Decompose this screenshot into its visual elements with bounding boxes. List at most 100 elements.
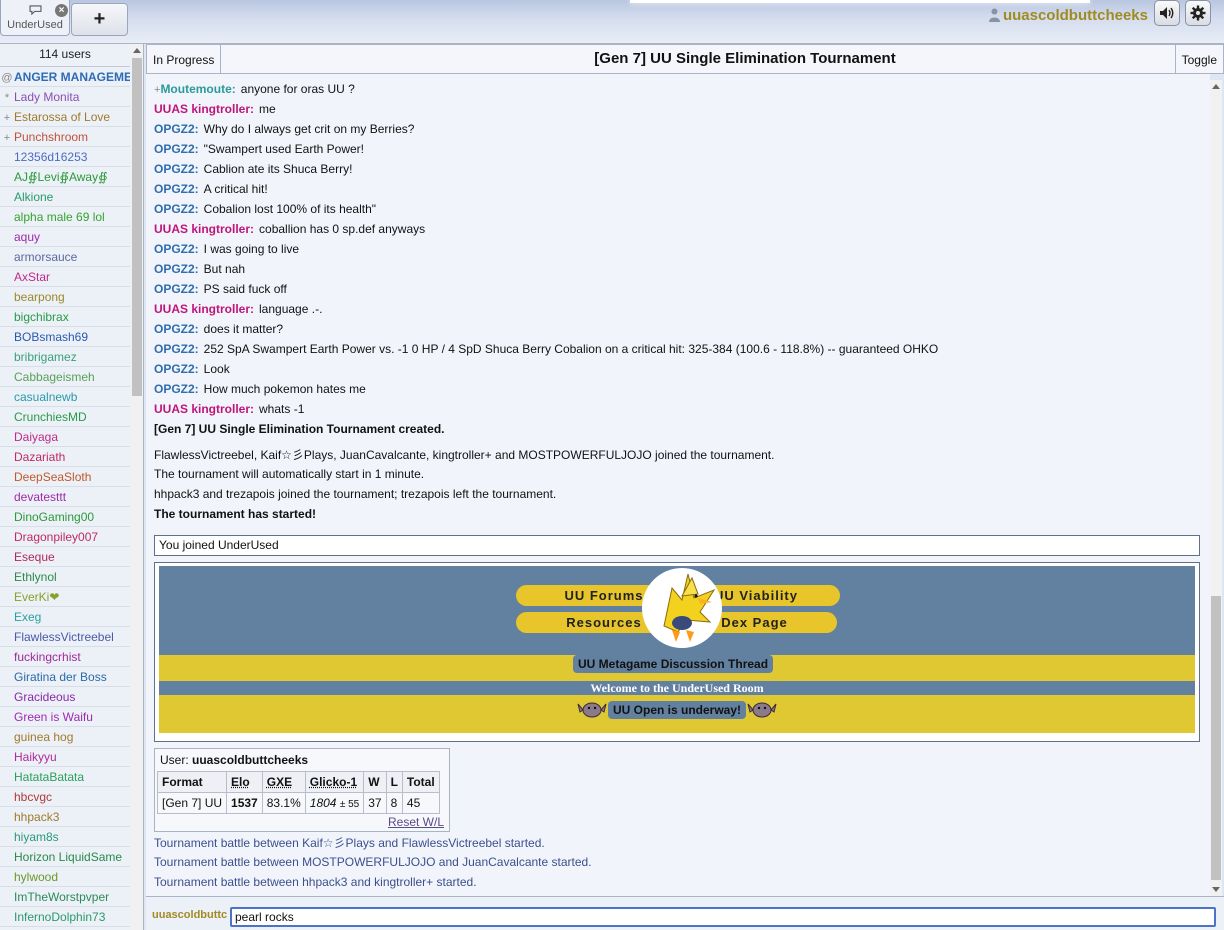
user-list-item[interactable]: devatesttt xyxy=(0,487,130,507)
battle-notice-1[interactable]: Tournament battle between Kaif☆彡Plays an… xyxy=(154,834,545,851)
col-glicko: Glicko-1 xyxy=(304,771,365,793)
message-author[interactable]: UUAS kingtroller: xyxy=(154,302,254,316)
user-list-item[interactable]: Exeg xyxy=(0,607,130,627)
add-tab-button[interactable]: + xyxy=(71,3,128,36)
user-name: Punchshroom xyxy=(14,130,89,144)
user-list-item[interactable]: 12356d16253 xyxy=(0,147,130,167)
user-list-item[interactable]: @ANGER MANAGEME xyxy=(0,67,130,87)
close-tab-icon[interactable]: × xyxy=(55,4,68,17)
user-list-item[interactable]: + Estarossa of Love xyxy=(0,107,130,127)
message-author[interactable]: Moutemoute: xyxy=(160,82,235,96)
chat-message: UUAS kingtroller: language .-. xyxy=(154,302,1204,322)
chat-scrollbar[interactable] xyxy=(1210,80,1222,896)
user-list-item[interactable]: HatataBatata xyxy=(0,767,130,787)
user-list-item[interactable]: Haikyyu xyxy=(0,747,130,767)
scroll-up-arrow-icon[interactable] xyxy=(1212,84,1220,89)
user-list-item[interactable]: Alkione xyxy=(0,187,130,207)
user-list-item[interactable]: ImTheWorstpvper xyxy=(0,887,130,907)
user-list-item[interactable]: armorsauce xyxy=(0,247,130,267)
user-count[interactable]: 114 users xyxy=(0,44,130,67)
uu-open-link[interactable]: UU Open is underway! xyxy=(608,701,747,719)
message-author[interactable]: OPGZ2: xyxy=(154,162,199,176)
message-author[interactable]: OPGZ2: xyxy=(154,382,199,396)
cell-glicko: 1804 ± 55 xyxy=(304,792,365,814)
user-list-item[interactable]: bribrigamez xyxy=(0,347,130,367)
user-list-item[interactable]: + Punchshroom xyxy=(0,127,130,147)
user-list-item[interactable]: AJ∯Levi∯Away∯ xyxy=(0,167,130,187)
message-author[interactable]: OPGZ2: xyxy=(154,182,199,196)
reset-wl-button[interactable]: Reset W/L xyxy=(388,815,444,829)
message-text: A critical hit! xyxy=(203,182,268,196)
user-rank-symbol: * xyxy=(4,92,10,104)
user-list-item[interactable]: guinea hog xyxy=(0,727,130,747)
user-list-item[interactable]: * Lady Monita xyxy=(0,87,130,107)
user-list-item[interactable]: Dragonpiley007 xyxy=(0,527,130,547)
user-list-item[interactable]: EverKi❤ xyxy=(0,587,130,607)
settings-button[interactable] xyxy=(1185,0,1211,26)
message-author[interactable]: OPGZ2: xyxy=(154,262,199,276)
in-progress-button[interactable]: In Progress xyxy=(147,45,222,73)
input-username[interactable]: uuascoldbuttc xyxy=(152,909,228,921)
user-list-item[interactable]: Ethlynol xyxy=(0,567,130,587)
message-author[interactable]: UUAS kingtroller: xyxy=(154,222,254,236)
scroll-up-arrow-icon[interactable] xyxy=(133,48,141,53)
user-list-item[interactable]: Daiyaga xyxy=(0,427,130,447)
user-list-item[interactable]: Dazariath xyxy=(0,447,130,467)
user-name: Estarossa of Love xyxy=(14,110,111,124)
battle-notice-2[interactable]: Tournament battle between MOSTPOWERFULJO… xyxy=(154,855,592,869)
user-list-item[interactable]: alpha male 69 lol xyxy=(0,207,130,227)
user-list-scrollbar[interactable] xyxy=(131,44,143,930)
user-list-item[interactable]: InfernoDolphin73 xyxy=(0,907,130,927)
user-list-item[interactable]: Eseque xyxy=(0,547,130,567)
user-list-item[interactable]: Cabbageismeh xyxy=(0,367,130,387)
user-list-item[interactable]: Giratina der Boss xyxy=(0,667,130,687)
message-author[interactable]: OPGZ2: xyxy=(154,122,199,136)
user-list-item[interactable]: aquy xyxy=(0,227,130,247)
user-list-item[interactable]: fuckingcrhist xyxy=(0,647,130,667)
user-list-item[interactable]: hiyam8s xyxy=(0,827,130,847)
tab-underused[interactable]: × UnderUsed xyxy=(0,0,70,36)
user-list-item[interactable]: Green is Waifu xyxy=(0,707,130,727)
scroll-thumb[interactable] xyxy=(132,58,142,396)
user-list-item[interactable]: DeepSeaSloth xyxy=(0,467,130,487)
user-list-item[interactable]: CrunchiesMD xyxy=(0,407,130,427)
discussion-thread-link[interactable]: UU Metagame Discussion Thread xyxy=(573,655,774,673)
message-author[interactable]: UUAS kingtroller: xyxy=(154,102,254,116)
chat-scroll-thumb[interactable] xyxy=(1211,596,1221,880)
chat-input[interactable] xyxy=(230,907,1216,927)
message-author[interactable]: OPGZ2: xyxy=(154,142,199,156)
user-list-item[interactable]: hylwood xyxy=(0,867,130,887)
user-list-item[interactable]: AxStar xyxy=(0,267,130,287)
chat-message: OPGZ2: Cobalion lost 100% of its health" xyxy=(154,202,1204,222)
user-area[interactable]: uuascoldbuttcheeks xyxy=(988,5,1148,25)
message-author[interactable]: OPGZ2: xyxy=(154,242,199,256)
user-list-item[interactable]: DinoGaming00 xyxy=(0,507,130,527)
user-list-item[interactable]: casualnewb xyxy=(0,387,130,407)
scroll-down-arrow-icon[interactable] xyxy=(1212,887,1220,892)
user-list-item[interactable]: FlawlessVictreebel xyxy=(0,627,130,647)
user-name: aquy xyxy=(14,230,41,244)
user-list-item[interactable]: hhpack3 xyxy=(0,807,130,827)
sound-button[interactable] xyxy=(1154,0,1180,26)
user-list-item[interactable]: Horizon LiquidSame xyxy=(0,847,130,867)
message-author[interactable]: OPGZ2: xyxy=(154,342,199,356)
toggle-button[interactable]: Toggle xyxy=(1174,45,1223,73)
chat-message: OPGZ2: A critical hit! xyxy=(154,182,1204,202)
message-author[interactable]: OPGZ2: xyxy=(154,202,199,216)
message-author[interactable]: UUAS kingtroller: xyxy=(154,402,254,416)
banner-strip-discussion: UU Metagame Discussion Thread xyxy=(159,655,1195,681)
message-text: does it matter? xyxy=(203,322,284,336)
message-author[interactable]: OPGZ2: xyxy=(154,322,199,336)
user-list-item[interactable]: hbcvgc xyxy=(0,787,130,807)
current-username[interactable]: uuascoldbuttcheeks xyxy=(1003,7,1148,24)
user-list-item[interactable]: BOBsmash69 xyxy=(0,327,130,347)
message-author[interactable]: OPGZ2: xyxy=(154,282,199,296)
user-list-item[interactable]: bearpong xyxy=(0,287,130,307)
user-name: Alkione xyxy=(14,190,54,204)
message-author[interactable]: OPGZ2: xyxy=(154,362,199,376)
user-list-item[interactable]: bigchibrax xyxy=(0,307,130,327)
user-list-item[interactable]: Gracideous xyxy=(0,687,130,707)
battle-notice-3[interactable]: Tournament battle between hhpack3 and ki… xyxy=(154,875,477,889)
user-name: devatesttt xyxy=(14,490,67,504)
tour-joined-notice: FlawlessVictreebel, Kaif☆彡Plays, JuanCav… xyxy=(154,448,775,462)
